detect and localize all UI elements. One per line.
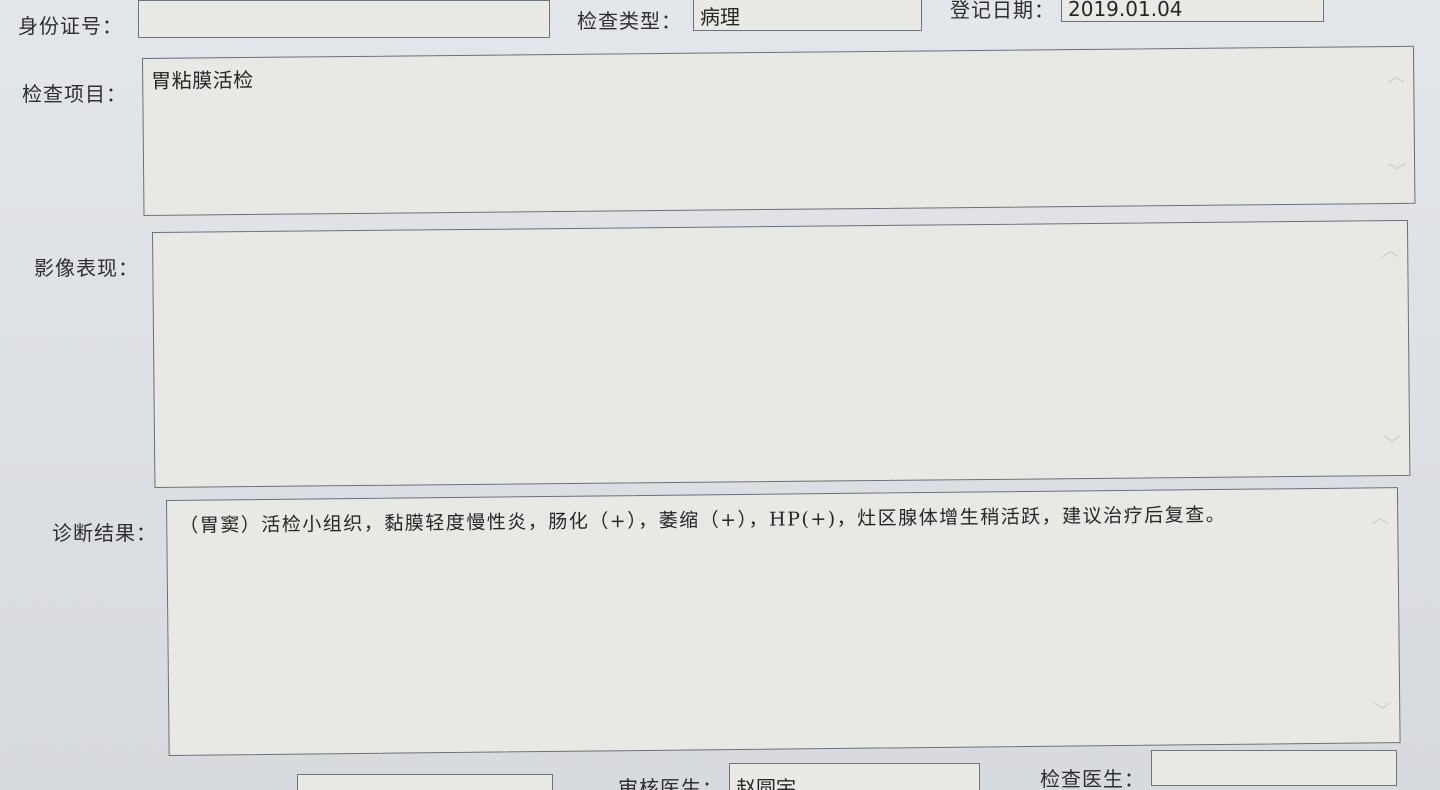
diagnosis-label: 诊断结果： xyxy=(52,521,157,545)
exam-type-label: 检查类型： xyxy=(577,9,682,33)
exam-item-label: 检查项目： xyxy=(22,82,127,106)
imaging-textarea[interactable]: ︿ ﹀ xyxy=(152,219,1411,488)
chevron-down-icon[interactable]: ﹀ xyxy=(1381,434,1403,455)
register-date-field[interactable]: 2019.01.04 xyxy=(1061,0,1324,22)
exam-item-text: 胃粘膜活检 xyxy=(151,67,254,93)
chevron-down-icon[interactable]: ﹀ xyxy=(1386,162,1408,183)
chevron-up-icon[interactable]: ︿ xyxy=(1385,66,1407,87)
exam-doctor-field[interactable] xyxy=(1151,750,1397,786)
id-number-label: 身份证号： xyxy=(18,14,123,38)
exam-doctor-label: 检查医生： xyxy=(1040,767,1145,790)
review-doctor-label: 审核医生： xyxy=(618,776,723,790)
register-date-value: 2019.01.04 xyxy=(1068,0,1183,21)
review-doctor-value: 赵圆宇 xyxy=(736,776,796,790)
chevron-up-icon[interactable]: ︿ xyxy=(1379,240,1401,261)
exam-type-value: 病理 xyxy=(700,5,740,29)
exam-item-textarea[interactable]: 胃粘膜活检 ︿ ﹀ xyxy=(142,45,1416,216)
review-doctor-field[interactable]: 赵圆宇 xyxy=(729,763,980,790)
exam-type-field[interactable]: 病理 xyxy=(693,0,922,31)
diagnosis-textarea[interactable]: （胃窦）活检小组织，黏膜轻度慢性炎，肠化（+），萎缩（+），HP(+)，灶区腺体… xyxy=(166,487,1401,756)
id-number-field[interactable] xyxy=(138,0,550,38)
chevron-up-icon[interactable]: ︿ xyxy=(1369,507,1391,528)
chevron-down-icon[interactable]: ﹀ xyxy=(1371,701,1393,722)
register-date-label: 登记日期： xyxy=(950,0,1055,22)
diagnosis-text: （胃窦）活检小组织，黏膜轻度慢性炎，肠化（+），萎缩（+），HP(+)，灶区腺体… xyxy=(179,503,1227,537)
bottom-left-field[interactable] xyxy=(297,774,553,790)
imaging-label: 影像表现： xyxy=(34,256,139,280)
